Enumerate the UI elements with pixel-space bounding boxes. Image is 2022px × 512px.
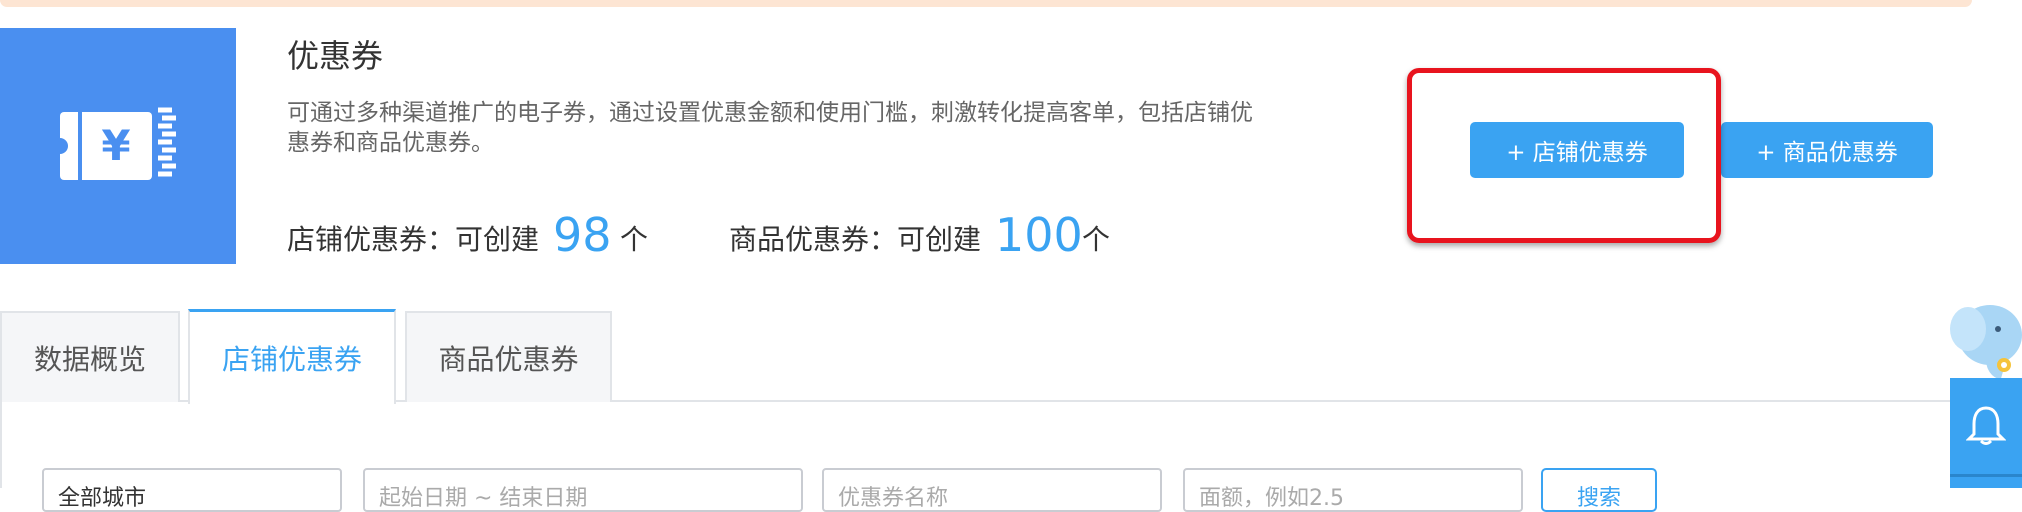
svg-text:¥: ¥ — [101, 121, 130, 170]
elephant-mascot-icon[interactable] — [1948, 295, 2022, 379]
product-quota-count: 100 — [995, 208, 1083, 262]
coupon-tile: ¥ — [0, 28, 236, 264]
product-quota-unit: 个 — [1082, 223, 1111, 256]
amount-input[interactable]: 面额，例如2.5 — [1183, 468, 1523, 512]
notice-bar — [0, 0, 1972, 7]
search-button[interactable]: 搜索 — [1541, 468, 1657, 512]
date-range-input[interactable]: 起始日期 ~ 结束日期 — [363, 468, 803, 512]
store-quota-unit: 个 — [620, 223, 649, 256]
coupon-tabs: 数据概览 店铺优惠券 商品优惠券 — [0, 309, 1960, 404]
store-quota-count: 98 — [553, 208, 612, 262]
dock-divider — [1950, 474, 2022, 477]
add-product-coupon-button[interactable]: + 商品优惠券 — [1721, 122, 1933, 178]
tab-product-coupons[interactable]: 商品优惠券 — [405, 311, 612, 402]
side-dock — [1950, 378, 2022, 488]
highlight-annotation — [1407, 68, 1721, 243]
bell-icon[interactable] — [1966, 404, 2006, 446]
store-quota-label: 店铺优惠券：可创建 — [287, 223, 540, 256]
page-description: 可通过多种渠道推广的电子券，通过设置优惠金额和使用门槛，刺激转化提高客单，包括店… — [287, 100, 1253, 156]
coupon-name-input[interactable]: 优惠券名称 — [822, 468, 1162, 512]
page-title: 优惠券 — [287, 37, 384, 75]
coupon-yen-icon: ¥ — [60, 107, 176, 180]
city-select[interactable]: 全部城市 — [42, 468, 342, 512]
tab-store-coupons[interactable]: 店铺优惠券 — [188, 309, 396, 404]
tab-data-overview[interactable]: 数据概览 — [0, 311, 180, 402]
product-quota-label: 商品优惠券：可创建 — [729, 223, 982, 256]
